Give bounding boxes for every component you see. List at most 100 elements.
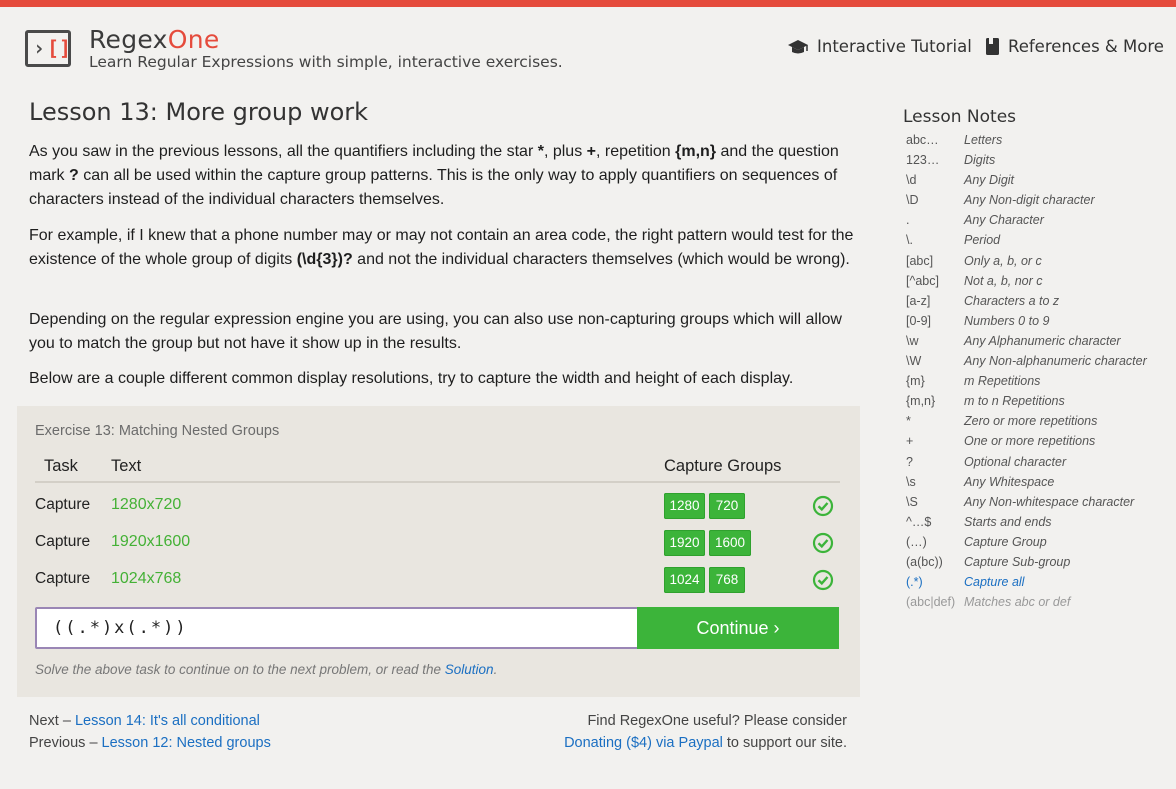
lesson-title: Lesson 13: More group work [29,98,369,126]
note-item[interactable]: \d Any Digit [906,171,1174,191]
note-value: One or more repetitions [964,434,1096,449]
text-span: , plus [543,143,587,160]
note-key: . [906,213,910,228]
graduation-cap-icon [788,39,808,53]
note-key: (.*) [906,575,923,590]
code-digit-group: (\d{3})? [296,251,353,268]
column-header-task: Task [44,457,78,475]
nav-references-label: References & More [1008,37,1164,56]
note-item[interactable]: * Zero or more repetitions [906,412,1174,432]
task-label: Capture [35,496,91,513]
text-span: Next – [29,713,75,729]
solution-link[interactable]: Solution [445,662,494,677]
note-item[interactable]: {m} m Repetitions [906,372,1174,392]
note-item[interactable]: ? Optional character [906,453,1174,473]
note-item[interactable]: ^…$ Starts and ends [906,513,1174,533]
note-value: Numbers 0 to 9 [964,313,1050,328]
header-divider [35,481,840,483]
note-key: [^abc] [906,273,939,288]
lesson-paragraph-1: As you saw in the previous lessons, all … [29,140,855,212]
text-span: . [493,662,498,677]
note-key: \s [906,474,916,489]
note-item[interactable]: \s Any Whitespace [906,473,1174,493]
column-header-text: Text [111,457,142,475]
note-item[interactable]: (…) Capture Group [906,533,1174,553]
note-item[interactable]: abc… Letters [906,131,1174,151]
note-key: \d [906,173,917,188]
nav-interactive-tutorial[interactable]: Interactive Tutorial [787,37,972,56]
note-item[interactable]: \W Any Non-alphanumeric character [906,352,1174,372]
note-item[interactable]: \D Any Non-digit character [906,191,1174,211]
brand-regex: Regex [89,25,168,54]
site-tagline: Learn Regular Expressions with simple, i… [89,53,563,71]
regex-input[interactable] [35,607,639,649]
note-item[interactable]: \. Period [906,231,1174,251]
lesson-paragraph-2: For example, if I knew that a phone numb… [29,224,855,272]
note-value: m to n Repetitions [964,394,1065,409]
capture-group-badge: 1280 [664,493,705,519]
donate-link[interactable]: Donating ($4) via Paypal [564,735,723,751]
note-value: Capture Sub-group [964,554,1071,569]
next-lesson: Next – Lesson 14: It's all conditional [29,713,260,729]
note-item[interactable]: [^abc] Not a, b, nor c [906,272,1174,292]
task-text: 1280x720 [111,496,182,513]
previous-lesson-link[interactable]: Lesson 12: Nested groups [102,735,271,751]
note-key: \D [906,193,919,208]
note-key: (abc|def) [906,595,956,610]
note-value: Period [964,233,1001,248]
text-span: As you saw in the previous lessons, all … [29,143,538,160]
regex-logo-icon[interactable]: ›[] [25,30,71,67]
text-span: Previous – [29,735,102,751]
note-item[interactable]: (a(bc)) Capture Sub-group [906,553,1174,573]
note-value: Any Non-digit character [964,193,1095,208]
note-item[interactable]: [abc] Only a, b, or c [906,252,1174,272]
code-question: ? [69,167,79,184]
note-key: [0-9] [906,313,932,328]
note-value: m Repetitions [964,374,1041,389]
check-circle-icon [812,569,834,591]
donate-line: Donating ($4) via Paypal to support our … [564,735,847,751]
task-text: 1920x1600 [111,533,191,550]
note-item[interactable]: {m,n} m to n Repetitions [906,392,1174,412]
note-key: 123… [906,153,940,168]
note-key: (…) [906,534,927,549]
note-item[interactable]: \S Any Non-whitespace character [906,493,1174,513]
continue-button[interactable]: Continue › [637,607,839,649]
note-item[interactable]: [0-9] Numbers 0 to 9 [906,312,1174,332]
note-value: Characters a to z [964,293,1060,308]
capture-group-badge: 720 [709,493,745,519]
next-lesson-link[interactable]: Lesson 14: It's all conditional [75,713,260,729]
note-value: Optional character [964,454,1067,469]
support-text: Find RegexOne useful? Please consider [587,713,847,729]
note-item-active[interactable]: (.*) Capture all [906,573,1174,593]
note-value: Zero or more repetitions [964,414,1098,429]
exercise-title: Exercise 13: Matching Nested Groups [35,423,280,439]
site-brand[interactable]: RegexOne [89,25,220,54]
note-value: Letters [964,133,1003,147]
top-accent-bar [0,0,1176,7]
previous-lesson: Previous – Lesson 12: Nested groups [29,735,271,751]
lesson-notes-title: Lesson Notes [903,107,1017,127]
brand-one: One [167,25,220,54]
lesson-paragraph-3: Depending on the regular expression engi… [29,311,842,352]
note-item-upcoming[interactable]: (abc|def) Matches abc or def [906,593,1174,613]
note-value: Any Digit [964,173,1015,188]
note-item[interactable]: \w Any Alphanumeric character [906,332,1174,352]
text-span: , repetition [595,143,676,160]
note-key: \S [906,494,918,509]
nav-tutorial-label: Interactive Tutorial [817,37,972,56]
note-key: abc… [906,133,939,147]
task-label: Capture [35,570,91,587]
note-item[interactable]: [a-z] Characters a to z [906,292,1174,312]
note-item[interactable]: + One or more repetitions [906,432,1174,452]
text-span: and not the individual characters themse… [352,251,850,268]
table-row: Capture 1024x768 1024 768 [17,564,860,596]
note-value: Digits [964,153,996,168]
note-item[interactable]: . Any Character [906,211,1174,231]
note-value: Any Character [964,213,1044,228]
note-key: (a(bc)) [906,554,943,569]
check-circle-icon [812,495,834,517]
note-item[interactable]: 123… Digits [906,151,1174,171]
nav-references[interactable]: References & More [985,37,1164,56]
note-key: ? [906,454,913,469]
